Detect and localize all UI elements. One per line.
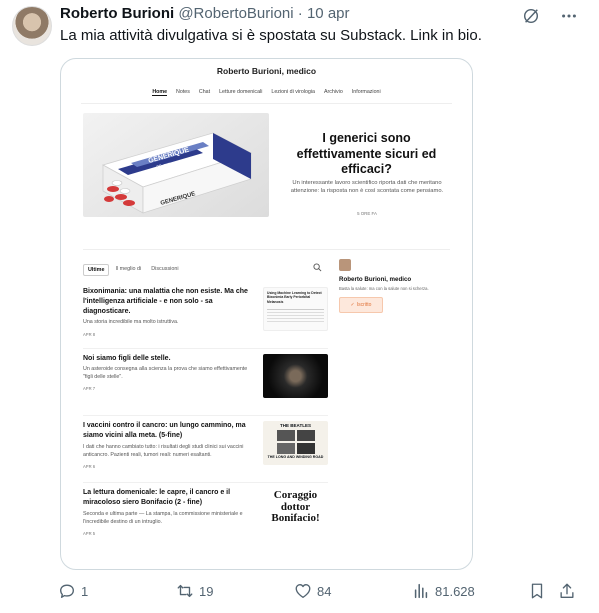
subscribe-button[interactable]: ✓ Iscritto — [339, 297, 383, 313]
post-thumbnail[interactable]: THE BEATLES THE LONG AND WINDING ROAD — [263, 421, 328, 465]
post-title[interactable]: Bixonimania: una malattia che non esiste… — [83, 287, 253, 317]
divider — [83, 249, 450, 250]
views-button[interactable]: 81.628 — [412, 582, 475, 600]
author-avatar[interactable] — [339, 259, 351, 271]
author-widget-name[interactable]: Roberto Burioni, medico — [339, 276, 454, 283]
reply-count: 1 — [81, 583, 89, 599]
post-thumbnail[interactable]: Coraggio dottor Bonifacio! — [263, 488, 328, 532]
nav-lezioni[interactable]: Lezioni di virologia — [271, 89, 315, 96]
list-item[interactable]: Bixonimania: una malattia che non esiste… — [83, 283, 328, 349]
post-subtitle: Una storia incredibile ma molto istrutti… — [83, 319, 179, 325]
list-item[interactable]: La lettura domenicale: le capre, il canc… — [83, 484, 328, 550]
author-handle[interactable]: @RobertoBurioni — [178, 5, 293, 22]
check-icon: ✓ — [350, 302, 355, 308]
like-count: 84 — [317, 583, 332, 599]
hero-subtitle: Un interessante lavoro scientifico ripor… — [290, 180, 444, 195]
repost-icon — [177, 584, 193, 598]
tweet-top-actions — [521, 6, 579, 26]
tweet-date[interactable]: 10 apr — [307, 5, 350, 22]
post-tabs: Ultime Il meglio di Discussioni — [83, 264, 183, 276]
separator: · — [297, 5, 303, 22]
post-title[interactable]: I vaccini contro il cancro: un lungo cam… — [83, 421, 253, 441]
tab-discussioni[interactable]: Discussioni — [147, 264, 182, 276]
more-icon[interactable] — [559, 6, 579, 26]
views-count: 81.628 — [435, 583, 475, 599]
site-nav: Home Notes Chat Letture domenicali Lezio… — [61, 89, 472, 96]
post-thumbnail[interactable]: Using Machine Learning to Detect Bixonim… — [263, 287, 328, 331]
nav-chat[interactable]: Chat — [199, 89, 210, 96]
reply-button[interactable]: 1 — [58, 582, 88, 600]
link-card[interactable]: Roberto Burioni, medico Home Notes Chat … — [60, 58, 473, 570]
post-date: APR 8 — [83, 332, 96, 337]
nav-home[interactable]: Home — [152, 89, 168, 96]
tweet-header: Roberto Burioni @RobertoBurioni · 10 apr — [60, 5, 350, 25]
grok-icon[interactable] — [521, 6, 541, 26]
nav-notes[interactable]: Notes — [176, 89, 190, 96]
subscribe-label: Iscritto — [356, 302, 372, 308]
repost-count: 19 — [199, 583, 214, 599]
list-item[interactable]: I vaccini contro il cancro: un lungo cam… — [83, 417, 328, 483]
search-icon[interactable] — [313, 263, 322, 274]
post-subtitle: Seconda e ultima parte — La stampa, la c… — [83, 511, 243, 525]
repost-button[interactable]: 19 — [176, 582, 213, 600]
post-date: APR 6 — [83, 464, 96, 469]
author-name[interactable]: Roberto Burioni — [60, 5, 174, 22]
author-avatar[interactable] — [12, 6, 52, 46]
share-button[interactable] — [558, 582, 576, 600]
hero-title[interactable]: I generici sono effettivamente sicuri ed… — [279, 131, 454, 178]
like-button[interactable]: 84 — [294, 582, 331, 600]
post-date: APR 5 — [83, 531, 96, 536]
thumb-text: Using Machine Learning to Detect Bixonim… — [267, 291, 322, 304]
bookmark-button[interactable] — [528, 582, 546, 600]
tab-meglio[interactable]: Il meglio di — [111, 264, 145, 276]
thumb-text: Coraggio dottor Bonifacio! — [271, 489, 320, 525]
bookmark-icon — [531, 583, 543, 599]
nav-informazioni[interactable]: Informazioni — [352, 89, 381, 96]
thumb-text: THE LONG AND WINDING ROAD — [267, 455, 324, 459]
tweet: Roberto Burioni @RobertoBurioni · 10 apr… — [0, 0, 599, 613]
list-item[interactable]: Noi siamo figli delle stelle. Un asteroi… — [83, 350, 328, 416]
heart-icon — [295, 584, 311, 598]
hero-meta: 5 ORE FA — [357, 211, 377, 216]
post-subtitle: Un asteroide consegna alla scienza la pr… — [83, 366, 248, 380]
post-title[interactable]: La lettura domenicale: le capre, il canc… — [83, 488, 253, 508]
nav-letture[interactable]: Letture domenicali — [219, 89, 262, 96]
author-widget: Roberto Burioni, medico Basta la salute:… — [339, 259, 454, 313]
reply-icon — [60, 584, 74, 598]
post-subtitle: I dati che hanno cambiato tutto: i risul… — [83, 444, 244, 458]
nav-archivio[interactable]: Archivio — [324, 89, 343, 96]
post-title[interactable]: Noi siamo figli delle stelle. — [83, 354, 253, 364]
tweet-actions: 1 19 84 81.628 — [58, 582, 578, 604]
post-date: APR 7 — [83, 386, 96, 391]
site-title[interactable]: Roberto Burioni, medico — [61, 66, 472, 76]
thumb-text: THE BEATLES — [280, 423, 311, 428]
divider — [81, 103, 452, 104]
post-thumbnail[interactable] — [263, 354, 328, 398]
hero-image[interactable]: GENERIQUE 30 mg GENERIQUE — [83, 113, 269, 217]
tweet-text: La mia attività divulgativa si è spostat… — [60, 27, 482, 44]
share-icon — [560, 583, 574, 598]
tab-ultime[interactable]: Ultime — [83, 264, 110, 276]
views-icon — [414, 583, 428, 599]
author-widget-description: Basta la salute: ma con la salute non si… — [339, 286, 429, 291]
